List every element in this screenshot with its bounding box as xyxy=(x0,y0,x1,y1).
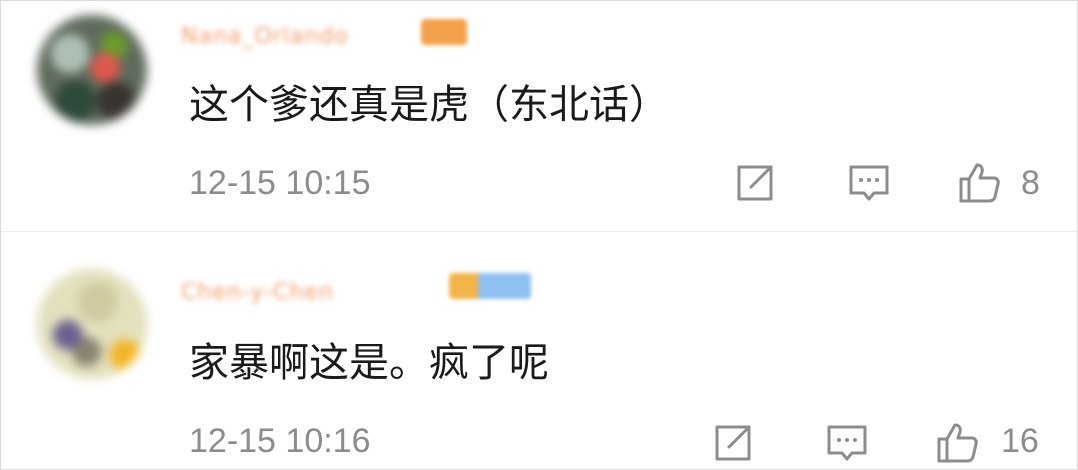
username[interactable]: Nana_Orlando xyxy=(181,23,349,51)
like-button[interactable] xyxy=(935,421,979,465)
username[interactable]: Chen-y-Chen xyxy=(181,279,334,307)
comment-timestamp: 12-15 10:15 xyxy=(189,164,371,202)
like-button[interactable] xyxy=(957,161,1001,205)
thumbs-up-icon xyxy=(937,423,978,463)
comment-icon xyxy=(827,425,867,461)
avatar[interactable] xyxy=(37,15,147,125)
share-button[interactable] xyxy=(733,161,777,205)
comment-text: 这个爹还真是虎（东北话） xyxy=(189,82,669,128)
comment-item: Nana_Orlando 这个爹还真是虎（东北话） 12-15 10:15 8 xyxy=(1,1,1077,235)
comment-timestamp: 12-15 10:16 xyxy=(189,422,371,460)
like-count: 16 xyxy=(1001,422,1039,460)
reply-button[interactable] xyxy=(847,161,891,205)
avatar[interactable] xyxy=(37,269,147,379)
reply-button[interactable] xyxy=(825,421,869,465)
comment-list: Nana_Orlando 这个爹还真是虎（东北话） 12-15 10:15 8 … xyxy=(0,0,1078,470)
user-badge-icon xyxy=(421,19,467,45)
comment-item: Chen-y-Chen 家暴啊这是。疯了呢 12-15 10:16 16 xyxy=(1,235,1077,469)
comment-icon xyxy=(849,165,889,201)
thumbs-up-icon xyxy=(959,163,1000,203)
share-button[interactable] xyxy=(711,421,755,465)
divider xyxy=(1,231,1077,232)
comment-text: 家暴啊这是。疯了呢 xyxy=(189,340,549,386)
share-icon xyxy=(737,165,773,201)
share-icon xyxy=(715,425,751,461)
like-count: 8 xyxy=(1021,164,1040,202)
user-badge-icon xyxy=(449,273,531,299)
